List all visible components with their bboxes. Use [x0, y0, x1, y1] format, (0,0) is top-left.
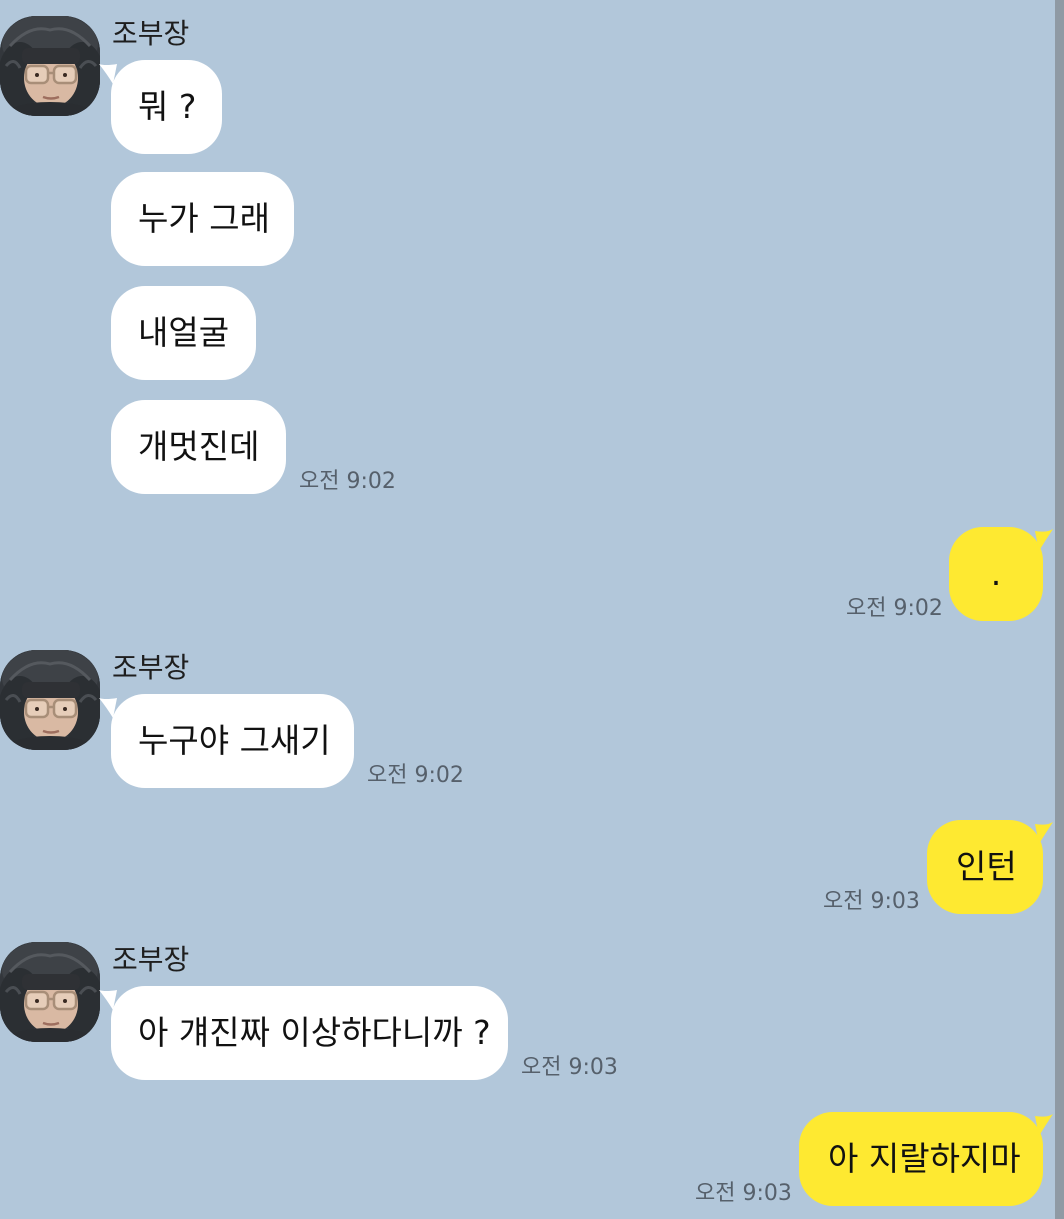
sender-avatar-icon[interactable] — [0, 650, 100, 750]
message-bubble-received[interactable]: 개멋진데 — [111, 400, 286, 494]
sender-avatar-icon[interactable] — [0, 16, 100, 116]
message-text: 개멋진데 — [138, 427, 260, 466]
message-text: 아 지랄하지마 — [828, 1139, 1021, 1178]
scrollbar[interactable] — [1055, 0, 1064, 1219]
sender-name: 조부장 — [112, 943, 190, 976]
message-text: 아 걔진짜 이상하다니까 ? — [138, 1013, 491, 1052]
message-bubble-received[interactable]: 아 걔진짜 이상하다니까 ? — [99, 986, 508, 1080]
message-text: 내얼굴 — [138, 313, 230, 352]
message-timestamp: 오전 9:03 — [823, 889, 920, 914]
message-bubble-sent[interactable]: 아 지랄하지마 — [799, 1112, 1053, 1206]
message-bubble-received[interactable]: 뭐 ? — [99, 60, 222, 154]
message-timestamp: 오전 9:03 — [521, 1055, 618, 1080]
message-text: 뭐 ? — [138, 87, 197, 126]
message-text: 누구야 그새기 — [138, 721, 331, 760]
sender-name: 조부장 — [112, 651, 190, 684]
sender-avatar-icon[interactable] — [0, 942, 100, 1042]
message-text: . — [990, 554, 1002, 593]
message-bubble-received[interactable]: 누구야 그새기 — [99, 694, 354, 788]
message-timestamp: 오전 9:02 — [299, 469, 396, 494]
sender-name: 조부장 — [112, 17, 190, 50]
message-timestamp: 오전 9:02 — [846, 596, 943, 621]
message-bubble-sent[interactable]: . — [949, 527, 1053, 621]
message-timestamp: 오전 9:03 — [695, 1181, 792, 1206]
message-bubble-received[interactable]: 누가 그래 — [111, 172, 294, 266]
message-text: 누가 그래 — [138, 199, 270, 238]
message-bubble-sent[interactable]: 인턴 — [927, 820, 1053, 914]
message-timestamp: 오전 9:02 — [367, 763, 464, 788]
chat-message-list[interactable]: 조부장 뭐 ? 누가 그래 내얼굴 개멋진데 오전 9:02 . 오전 9:02… — [0, 0, 1064, 1219]
message-bubble-received[interactable]: 내얼굴 — [111, 286, 256, 380]
message-text: 인턴 — [956, 847, 1017, 886]
